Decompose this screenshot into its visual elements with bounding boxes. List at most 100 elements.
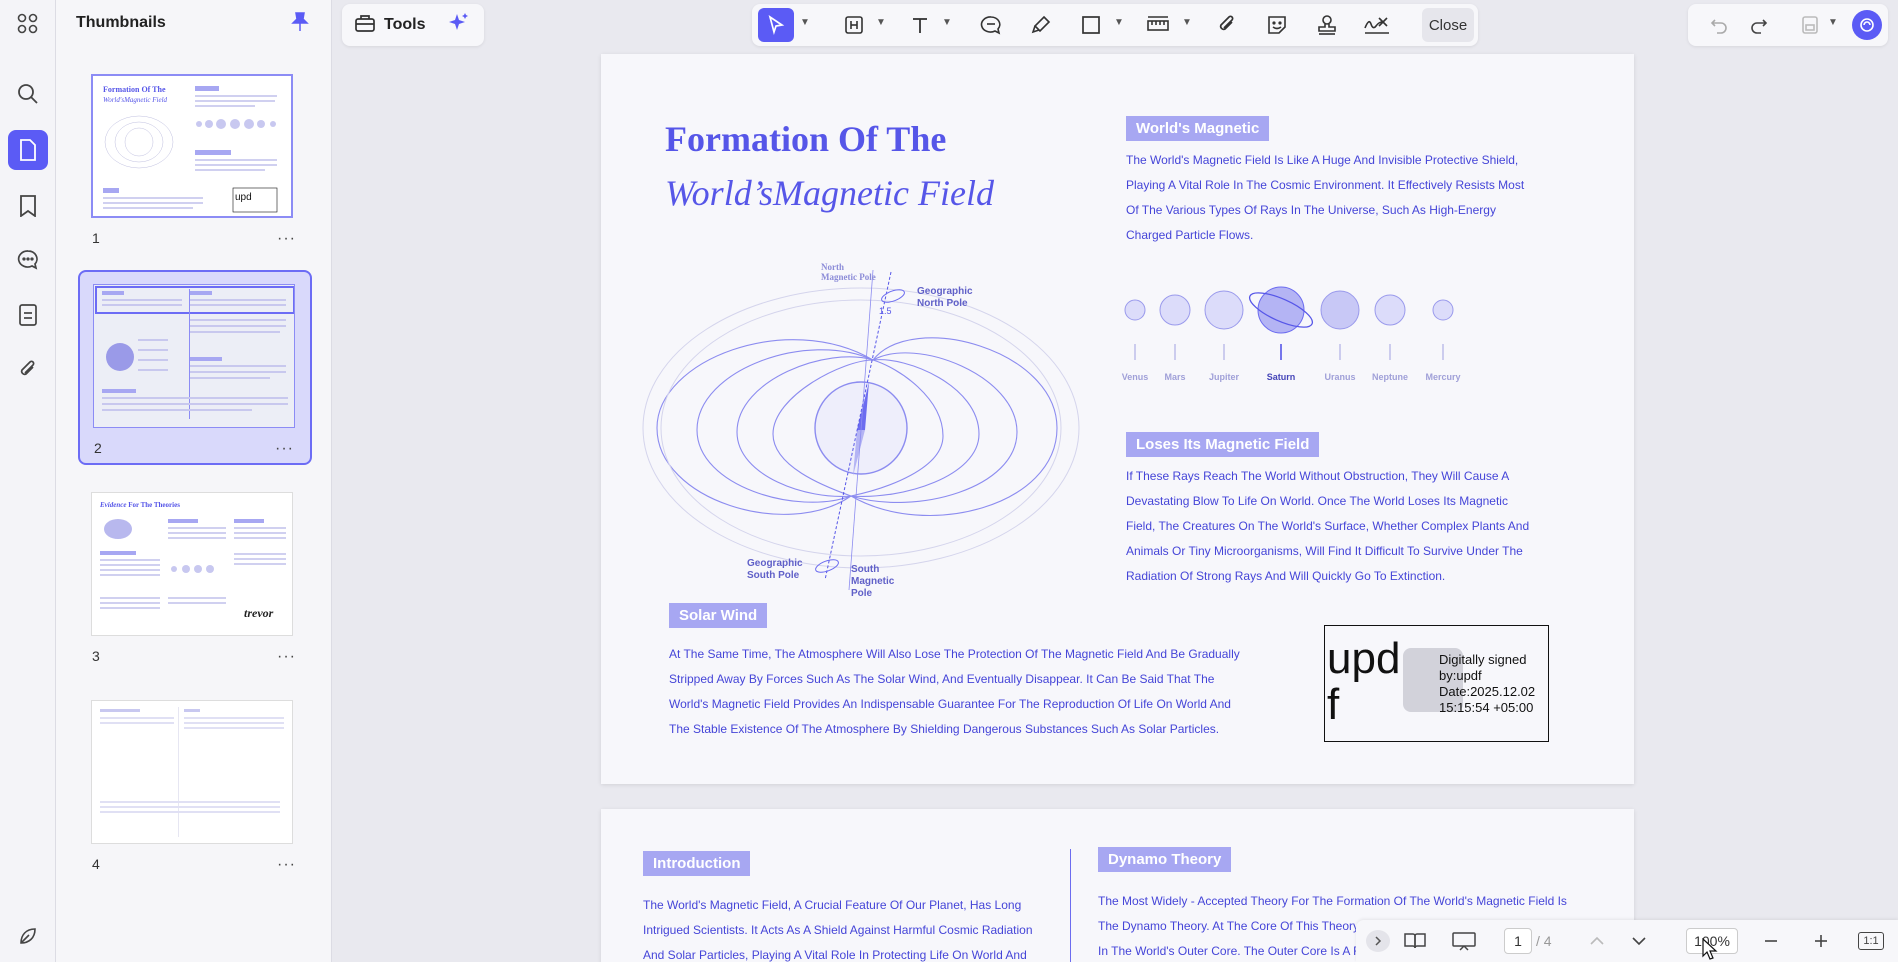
text-line: Stripped Away By Forces Such As The Sola… <box>669 672 1215 686</box>
account-icon[interactable] <box>1852 10 1882 40</box>
angle-label: 1.5 <box>879 306 892 316</box>
zoom-out-icon[interactable] <box>1758 929 1784 953</box>
introduction-text: The World's Magnetic Field, A Crucial Fe… <box>643 893 1033 962</box>
stamp-tool-button[interactable] <box>1312 8 1342 42</box>
text-line: The World's Magnetic Field, A Crucial Fe… <box>643 898 1022 912</box>
planet-label: Venus <box>1122 372 1149 382</box>
thumbnail-page-4[interactable]: 4 ··· <box>78 692 312 882</box>
highlighter-tool-button[interactable] <box>1026 8 1056 42</box>
thumbnail-number: 3 <box>92 648 100 664</box>
thumbnail-page-3[interactable]: Evidence For The Theories trevor 3 ··· <box>78 484 312 674</box>
pin-icon[interactable] <box>291 12 309 37</box>
text-line: Field, The Creatures On The World's Surf… <box>1126 519 1530 533</box>
signature-tool-button[interactable] <box>1360 8 1394 42</box>
thumbnail-image <box>91 700 293 844</box>
text-line: The Most Widely - Accepted Theory For Th… <box>1098 894 1567 908</box>
loses-magnetic-field-text: If These Rays Reach The World Without Ob… <box>1126 464 1529 589</box>
planets-diagram: Venus Mars Jupiter Saturn Uranus Neptune… <box>1122 286 1461 382</box>
text-line: And Solar Particles, Playing A Vital Rol… <box>643 948 1027 962</box>
undo-icon[interactable] <box>1704 8 1734 42</box>
presentation-icon[interactable] <box>1448 929 1480 953</box>
planet-label: Uranus <box>1324 372 1355 382</box>
text-line: Intrigued Scientists. It Acts As A Shiel… <box>643 923 1033 937</box>
planet-label: Jupiter <box>1209 372 1240 382</box>
select-tool-button[interactable] <box>758 8 794 42</box>
chevron-down-icon[interactable]: ▼ <box>942 17 952 28</box>
signature-logo-line: f <box>1327 680 1340 729</box>
chevron-down-icon[interactable]: ▼ <box>1828 17 1838 28</box>
chevron-down-icon[interactable]: ▼ <box>1114 17 1124 28</box>
tools-button[interactable]: Tools <box>342 4 484 46</box>
text-line: Charged Particle Flows. <box>1126 228 1254 242</box>
toolbox-icon <box>354 13 376 38</box>
signature-line: 15:15:54 +05:00 <box>1439 700 1534 715</box>
text-line: Playing A Vital Role In The Cosmic Envir… <box>1126 178 1525 192</box>
signature-line: by:updf <box>1439 668 1482 683</box>
worlds-magnetic-text: The World's Magnetic Field Is Like A Hug… <box>1126 148 1524 248</box>
grid-icon[interactable] <box>8 4 48 44</box>
sticker-tool-button[interactable] <box>1262 8 1292 42</box>
redo-icon[interactable] <box>1744 8 1774 42</box>
comment-tool-button[interactable] <box>976 8 1006 42</box>
thumb3-title-italic: Evidence <box>99 501 126 509</box>
current-page-input[interactable]: 1 <box>1504 928 1532 954</box>
reading-mode-icon[interactable] <box>1400 929 1430 953</box>
thumbnail-page-2[interactable]: 2 ··· <box>78 270 312 465</box>
ai-sparkle-icon[interactable] <box>447 11 471 40</box>
more-options-button[interactable]: ··· <box>277 856 296 874</box>
tools-label: Tools <box>384 16 426 33</box>
more-options-button[interactable]: ··· <box>277 648 296 666</box>
thumb3-title: Evidence For The Theories <box>99 501 180 509</box>
thumbnail-page-1[interactable]: Formation Of The World'sMagnetic Field u… <box>78 66 312 256</box>
chevron-down-icon[interactable]: ▼ <box>876 17 886 28</box>
loses-magnetic-field-tag: Loses Its Magnetic Field <box>1126 432 1320 457</box>
expand-icon[interactable] <box>1366 930 1390 952</box>
close-button[interactable]: Close <box>1422 8 1474 42</box>
forms-icon[interactable] <box>8 295 48 335</box>
more-options-button[interactable]: ··· <box>275 440 294 458</box>
planet-label: Saturn <box>1267 372 1296 382</box>
more-options-button[interactable]: ··· <box>277 230 296 248</box>
text-line: The Stable Existence Of The Atmosphere B… <box>669 722 1220 736</box>
chevron-down-icon[interactable]: ▼ <box>1182 17 1192 28</box>
geographic-south-pole-label-2: South Pole <box>747 570 800 581</box>
next-page-icon[interactable] <box>1626 929 1652 953</box>
zoom-in-icon[interactable] <box>1808 929 1834 953</box>
measure-tool-button[interactable] <box>1142 8 1174 42</box>
magnetic-field-diagram: North Magnetic Pole Geographic North Pol… <box>642 262 1080 599</box>
dynamo-theory-tag: Dynamo Theory <box>1098 847 1232 872</box>
save-icon[interactable] <box>1796 8 1824 42</box>
text-line: Of The Various Types Of Rays In The Univ… <box>1126 203 1496 217</box>
theme-icon[interactable] <box>8 916 48 956</box>
pages-icon[interactable] <box>8 130 48 170</box>
previous-page-icon[interactable] <box>1584 929 1610 953</box>
geographic-north-pole-label-2: North Pole <box>917 298 968 309</box>
comments-icon[interactable] <box>8 240 48 280</box>
search-icon[interactable] <box>8 74 48 114</box>
column-divider <box>1070 849 1071 962</box>
digital-signature-field[interactable]: upd f Digitally signed by:updf Date:2025… <box>1324 625 1549 742</box>
page-navigation-bar: 1 / 4 100% 1:1 <box>1356 920 1898 962</box>
bookmark-icon[interactable] <box>8 186 48 226</box>
thumbnails-panel: Thumbnails Formation Of The World'sMagne… <box>56 0 332 962</box>
planet-label: Mars <box>1164 372 1185 382</box>
shape-tool-button[interactable] <box>1076 8 1106 42</box>
text-line: At The Same Time, The Atmosphere Will Al… <box>669 647 1240 661</box>
text-line: World's Magnetic Field Provides An Indis… <box>669 697 1231 711</box>
attachment-icon[interactable] <box>8 350 48 390</box>
thumbnail-image <box>93 284 295 428</box>
signature-line: Digitally signed <box>1439 652 1527 667</box>
page-title-line-1: Formation Of The <box>665 119 947 159</box>
attach-tool-button[interactable] <box>1212 8 1242 42</box>
chevron-down-icon[interactable]: ▼ <box>800 17 810 28</box>
worlds-magnetic-tag: World's Magnetic <box>1126 116 1270 141</box>
heading-tool-button[interactable] <box>840 8 868 42</box>
planet-label: Neptune <box>1372 372 1408 382</box>
text-tool-button[interactable] <box>906 8 934 42</box>
mars-planet <box>1159 294 1191 326</box>
thumbnails-title: Thumbnails <box>76 14 166 31</box>
text-line: Animals Or Tiny Microorganisms, Will Fin… <box>1126 544 1523 558</box>
signature-logo-line: upd <box>1327 634 1401 683</box>
thumbnail-number: 4 <box>92 856 100 872</box>
actual-size-button[interactable]: 1:1 <box>1858 932 1884 950</box>
